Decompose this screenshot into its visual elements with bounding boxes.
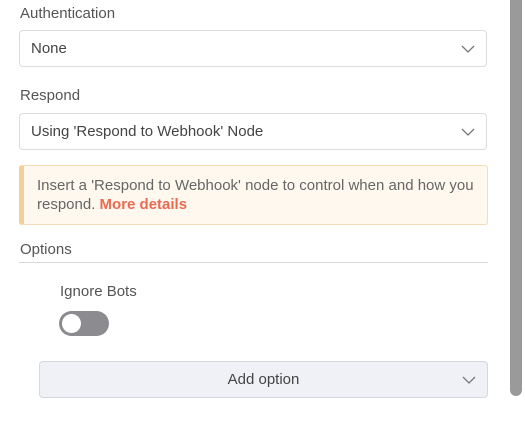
chevron-down-icon: [462, 376, 476, 384]
options-divider: [19, 262, 488, 263]
ignore-bots-toggle[interactable]: [59, 311, 109, 336]
chevron-down-icon: [461, 128, 475, 136]
respond-select-value: Using 'Respond to Webhook' Node: [31, 123, 264, 140]
options-heading: Options: [20, 241, 72, 258]
toggle-knob: [62, 314, 81, 333]
authentication-label: Authentication: [20, 5, 116, 22]
add-option-label: Add option: [227, 371, 300, 388]
more-details-link[interactable]: More details: [100, 196, 188, 213]
respond-to-webhook-notice: Insert a 'Respond to Webhook' node to co…: [19, 165, 488, 225]
add-option-button[interactable]: Add option: [39, 361, 488, 398]
scrollbar[interactable]: [510, 0, 522, 396]
respond-select[interactable]: Using 'Respond to Webhook' Node: [19, 113, 487, 150]
node-parameters-panel: Authentication None Respond Using 'Respo…: [0, 0, 525, 421]
respond-label: Respond: [20, 87, 81, 104]
chevron-down-icon: [461, 45, 475, 53]
ignore-bots-label: Ignore Bots: [60, 283, 137, 300]
authentication-select[interactable]: None: [19, 30, 487, 67]
authentication-select-value: None: [31, 40, 67, 57]
